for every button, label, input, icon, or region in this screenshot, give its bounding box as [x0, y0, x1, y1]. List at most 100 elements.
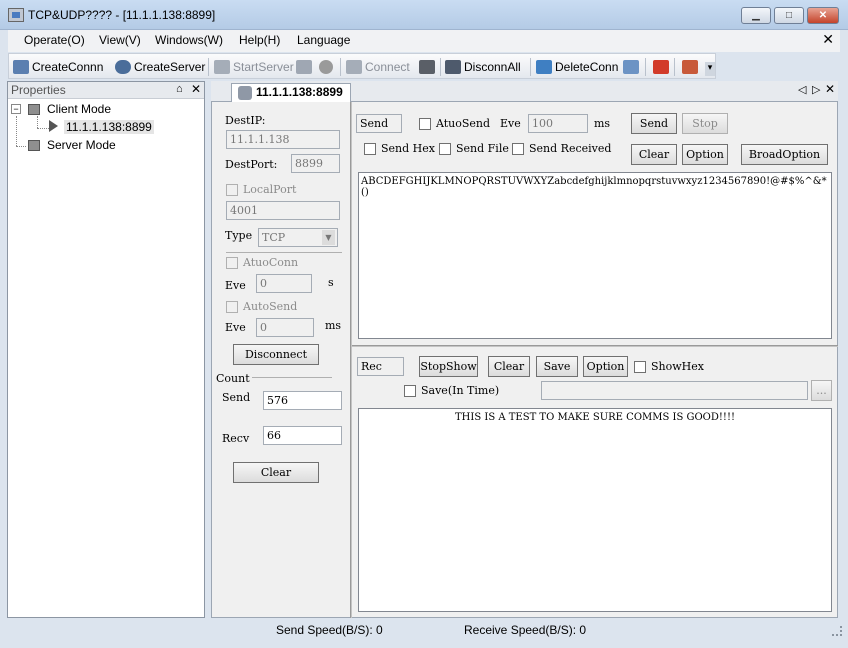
power-icon[interactable] [653, 60, 669, 74]
send-hex-checkbox[interactable] [364, 143, 376, 155]
connection-tab-bar: 11.1.1.138:8899 ◁ ▷ ✕ [211, 81, 838, 102]
properties-panel: Properties ⌂ ✕ − Client Mode 11.1.1.138:… [7, 81, 205, 618]
status-bar: Send Speed(B/S): 0 Receive Speed(B/S): 0 [0, 620, 848, 641]
auto-conn-checkbox[interactable] [226, 257, 238, 269]
type-select[interactable]: TCP ▼ [258, 228, 338, 247]
menu-close-icon[interactable]: ✕ [822, 31, 834, 48]
start-server-label: StartServer [233, 60, 294, 74]
menu-operate[interactable]: Operate(O) [24, 33, 85, 47]
save-in-time-checkbox[interactable] [404, 385, 416, 397]
save-path-field[interactable] [541, 381, 808, 400]
menu-windows[interactable]: Windows(W) [155, 33, 223, 47]
send-interval-field[interactable]: 100 [528, 114, 588, 133]
send-received-label: Send Received [529, 142, 612, 155]
dest-ip-field[interactable]: 11.1.1.138 [226, 130, 340, 149]
recv-count-label: Recv [222, 432, 250, 445]
disconnect-button[interactable]: Disconnect [233, 344, 319, 365]
create-conn-button[interactable]: CreateConnn [13, 58, 103, 76]
pin-icon[interactable]: ⌂ [176, 83, 183, 95]
local-port-field[interactable]: 4001 [226, 201, 340, 220]
server-settings-icon[interactable] [296, 60, 312, 74]
start-server-icon [214, 60, 230, 74]
toolbar-overflow-icon[interactable]: ▾ [705, 62, 715, 76]
menu-view[interactable]: View(V) [99, 33, 141, 47]
disconnect-icon[interactable] [419, 60, 435, 74]
minimize-button[interactable]: ▁ [741, 7, 771, 24]
send-clear-button[interactable]: Clear [631, 144, 677, 165]
delete-conn-button[interactable]: DeleteConn [536, 58, 618, 76]
dest-port-field[interactable]: 8899 [291, 154, 340, 173]
browse-button[interactable]: ... [811, 380, 832, 401]
tab-scroll-left-icon[interactable]: ◁ [798, 83, 806, 96]
receive-textarea[interactable]: THIS IS A TEST TO MAKE SURE COMMS IS GOO… [358, 408, 832, 612]
stop-button[interactable]: Stop [682, 113, 728, 134]
auto-send-interval-checkbox[interactable] [419, 118, 431, 130]
resize-grip-icon[interactable] [832, 626, 842, 636]
settings-icon[interactable] [682, 60, 698, 74]
send-eve-label: Eve [500, 117, 521, 130]
tab-close-icon[interactable]: ✕ [825, 82, 835, 96]
delete-all-icon[interactable] [623, 60, 639, 74]
app-icon [8, 8, 24, 22]
create-conn-icon [13, 60, 29, 74]
client-mode-icon [28, 104, 40, 115]
create-server-button[interactable]: CreateServer [115, 58, 205, 76]
stop-show-button[interactable]: StopShow [419, 356, 478, 377]
broad-option-button[interactable]: BroadOption [741, 144, 828, 165]
properties-close-icon[interactable]: ✕ [191, 82, 201, 96]
auto-send-interval-field[interactable]: 0 [256, 318, 314, 337]
menu-language[interactable]: Language [297, 33, 350, 47]
auto-send-label: AutoSend [243, 300, 298, 313]
disconn-all-button[interactable]: DisconnAll [445, 58, 521, 76]
send-textarea[interactable]: ABCDEFGHIJKLMNOPQRSTUVWXYZabcdefghijklmn… [358, 172, 832, 339]
tree-server-mode[interactable]: Server Mode [47, 138, 116, 152]
dest-ip-label: DestIP: [225, 114, 266, 127]
local-port-checkbox[interactable] [226, 184, 238, 196]
connection-tab-label: 11.1.1.138:8899 [256, 85, 343, 99]
auto-send-checkbox[interactable] [226, 301, 238, 313]
tree-client-mode[interactable]: Client Mode [47, 102, 111, 116]
receive-save-button[interactable]: Save [536, 356, 578, 377]
recv-count-field[interactable]: 66 [263, 426, 342, 445]
tree-line [37, 116, 38, 128]
properties-header: Properties ⌂ ✕ [8, 82, 204, 99]
toolbar-separator [440, 58, 441, 76]
close-window-button[interactable]: ✕ [807, 7, 839, 24]
count-label: Count [216, 372, 252, 385]
tree-line [16, 146, 26, 147]
delete-conn-label: DeleteConn [555, 60, 619, 74]
tree-client-connection[interactable]: 11.1.1.138:8899 [64, 120, 154, 134]
properties-title: Properties [11, 83, 66, 97]
toolbar-separator [208, 58, 209, 76]
clear-count-button[interactable]: Clear [233, 462, 319, 483]
connect-icon [346, 60, 362, 74]
toolbar-separator [340, 58, 341, 76]
chevron-down-icon: ▼ [322, 230, 335, 245]
menu-help[interactable]: Help(H) [239, 33, 280, 47]
local-port-label: LocalPort [243, 183, 297, 196]
receive-option-button[interactable]: Option [583, 356, 628, 377]
send-file-checkbox[interactable] [439, 143, 451, 155]
server-mode-icon [28, 140, 40, 151]
disconn-all-icon [445, 60, 461, 74]
delete-conn-icon [536, 60, 552, 74]
stop-server-icon[interactable] [319, 60, 333, 74]
maximize-button[interactable]: □ [774, 7, 804, 24]
tree-collapse-icon[interactable]: − [11, 104, 21, 114]
auto-conn-interval-field[interactable]: 0 [256, 274, 312, 293]
send-received-checkbox[interactable] [512, 143, 524, 155]
receive-clear-button[interactable]: Clear [488, 356, 530, 377]
connect-button[interactable]: Connect [346, 58, 410, 76]
send-option-button[interactable]: Option [682, 144, 728, 165]
show-hex-checkbox[interactable] [634, 361, 646, 373]
receive-header: Rec [357, 357, 404, 376]
title-bar: TCP&UDP???? - [11.1.1.138:8899] ▁ □ ✕ [0, 0, 848, 30]
send-count-field[interactable]: 576 [263, 391, 342, 410]
tab-scroll-right-icon[interactable]: ▷ [812, 83, 820, 96]
start-server-button[interactable]: StartServer [214, 58, 294, 76]
connection-play-icon [49, 120, 58, 132]
send-button[interactable]: Send [631, 113, 677, 134]
dest-port-label: DestPort: [225, 158, 278, 171]
connection-tab[interactable]: 11.1.1.138:8899 [231, 83, 351, 102]
window-title: TCP&UDP???? - [11.1.1.138:8899] [28, 8, 216, 22]
